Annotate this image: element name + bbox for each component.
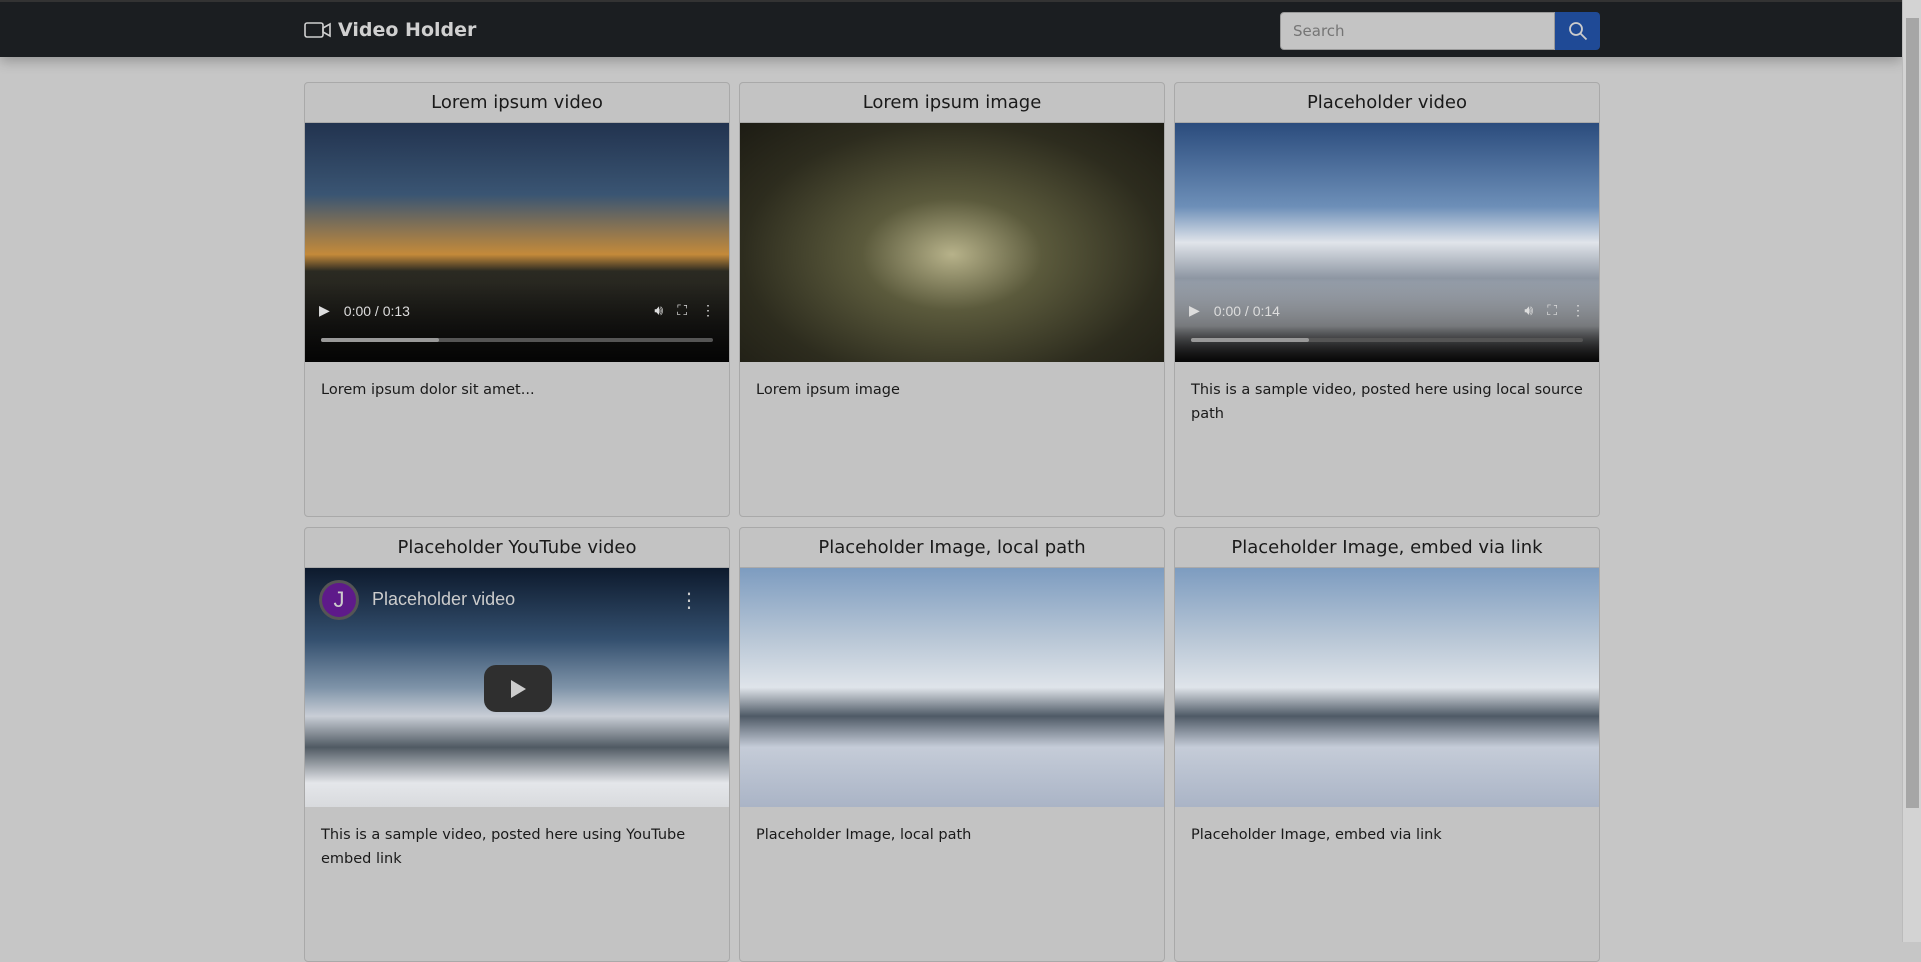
card-text: This is a sample video, posted here usin… <box>321 827 686 867</box>
card-text: Lorem ipsum image <box>756 382 900 398</box>
volume-icon[interactable]: 🔊︎ <box>1524 302 1533 319</box>
scrollbar-thumb[interactable] <box>1906 18 1919 808</box>
video-camera-icon <box>304 22 331 38</box>
fullscreen-icon[interactable]: ⛶ <box>1547 302 1557 319</box>
card-image-2: Placeholder Image, local path Placeholde… <box>739 527 1165 962</box>
video-player[interactable]: ▶ 0:00 / 0:14 🔊︎ ⛶ ⋮ <box>1175 123 1599 362</box>
card-text: Lorem ipsum dolor sit amet... <box>321 382 535 398</box>
video-player[interactable]: ▶ 0:00 / 0:13 🔊︎ ⛶ ⋮ <box>305 123 729 362</box>
card-image-3: Placeholder Image, embed via link Placeh… <box>1174 527 1600 962</box>
play-icon[interactable]: ▶ <box>1189 302 1200 319</box>
search-button[interactable] <box>1555 12 1600 50</box>
snow-forest-image <box>1175 568 1599 807</box>
card-grid: Lorem ipsum video ▶ 0:00 / 0:13 🔊︎ ⛶ ⋮ Lorem… <box>304 82 1600 962</box>
more-options-icon[interactable]: ⋮ <box>701 302 715 319</box>
card-title: Placeholder video <box>1175 83 1599 123</box>
navbar: Video Holder <box>0 0 1902 57</box>
play-icon <box>511 679 526 698</box>
card-title: Lorem ipsum image <box>740 83 1164 123</box>
search-icon <box>1568 22 1587 41</box>
forest-image <box>740 123 1164 362</box>
more-options-icon[interactable]: ⋮ <box>679 588 699 612</box>
video-controls: ▶ 0:00 / 0:14 🔊︎ ⛶ ⋮ <box>1175 282 1599 362</box>
card-text: Placeholder Image, embed via link <box>1191 827 1442 843</box>
card-title: Placeholder Image, embed via link <box>1175 528 1599 568</box>
card-title: Placeholder YouTube video <box>305 528 729 568</box>
youtube-video-title[interactable]: Placeholder video <box>372 589 515 610</box>
more-options-icon[interactable]: ⋮ <box>1571 302 1585 319</box>
brand-title: Video Holder <box>338 19 477 41</box>
card-text: Placeholder Image, local path <box>756 827 972 843</box>
video-controls: ▶ 0:00 / 0:13 🔊︎ ⛶ ⋮ <box>305 282 729 362</box>
video-progress-bar[interactable] <box>321 338 713 342</box>
video-progress-bar[interactable] <box>1191 338 1583 342</box>
video-time: 0:00 / 0:13 <box>343 302 410 319</box>
fullscreen-icon[interactable]: ⛶ <box>677 302 687 319</box>
card-title: Lorem ipsum video <box>305 83 729 123</box>
youtube-embed[interactable]: J Placeholder video ⋮ <box>305 568 729 807</box>
card-title: Placeholder Image, local path <box>740 528 1164 568</box>
page-scrollbar[interactable] <box>1902 0 1921 942</box>
play-icon[interactable]: ▶ <box>319 302 330 319</box>
channel-avatar[interactable]: J <box>319 580 359 620</box>
youtube-play-button[interactable] <box>484 665 552 712</box>
card-youtube: Placeholder YouTube video J Placeholder … <box>304 527 730 962</box>
card-video-1: Lorem ipsum video ▶ 0:00 / 0:13 🔊︎ ⛶ ⋮ Lorem… <box>304 82 730 517</box>
snow-forest-image <box>740 568 1164 807</box>
card-text: This is a sample video, posted here usin… <box>1191 382 1583 422</box>
card-image-1: Lorem ipsum image Lorem ipsum image <box>739 82 1165 517</box>
brand-link[interactable]: Video Holder <box>304 19 476 41</box>
search-input[interactable] <box>1280 12 1555 50</box>
card-video-2: Placeholder video ▶ 0:00 / 0:14 🔊︎ ⛶ ⋮ This … <box>1174 82 1600 517</box>
video-time: 0:00 / 0:14 <box>1213 302 1280 319</box>
volume-icon[interactable]: 🔊︎ <box>654 302 663 319</box>
